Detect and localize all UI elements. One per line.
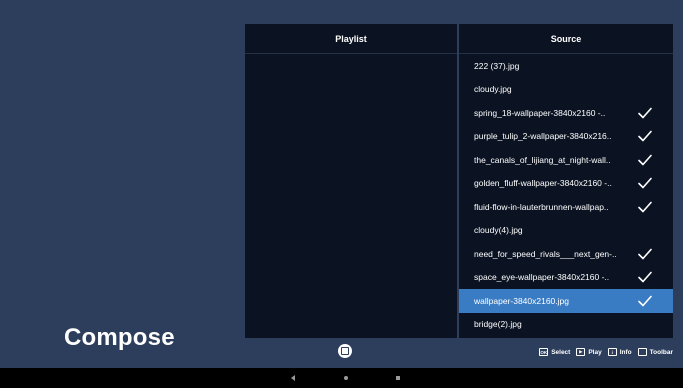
ok-key-icon: OK (539, 348, 549, 356)
source-item-name: the_canals_of_lijiang_at_night-wall.. (474, 154, 611, 165)
checkmark-icon (638, 177, 652, 189)
source-list-item[interactable]: cloudy(4).jpg (459, 219, 673, 243)
source-list-item[interactable]: the_canals_of_lijiang_at_night-wall.. (459, 148, 673, 172)
source-list-item[interactable]: 222 (37).jpg (459, 54, 673, 78)
checkmark-icon (638, 130, 652, 142)
key-hint-label: Play (588, 348, 602, 356)
source-list-item[interactable]: need_for_speed_rivals___next_gen-.. (459, 242, 673, 266)
source-list-item[interactable]: cloudy.jpg (459, 78, 673, 102)
checkmark-icon (638, 271, 652, 283)
home-button[interactable] (341, 373, 351, 383)
key-hint-label: Select (551, 348, 571, 356)
source-panel[interactable]: Source 222 (37).jpg cloudy.jpg spring_18-w… (459, 24, 673, 338)
source-item-name: wallpaper-3840x2160.jpg (474, 295, 569, 306)
checkmark-icon (638, 248, 652, 260)
back-button[interactable] (288, 373, 298, 383)
compose-app: Compose Playlist Source 222 (37).jpg clou… (6, 7, 678, 368)
recent-apps-icon (396, 376, 400, 380)
source-list-item[interactable]: wallpaper-3840x2160.jpg (459, 289, 673, 313)
source-list-item[interactable]: purple_tulip_2-wallpaper-3840x216.. (459, 125, 673, 149)
source-list[interactable]: 222 (37).jpg cloudy.jpg spring_18-wallpape… (459, 54, 673, 336)
source-item-name: spring_18-wallpaper-3840x2160 -.. (474, 107, 606, 118)
source-list-item[interactable]: spring_18-wallpaper-3840x2160 -.. (459, 101, 673, 125)
key-hint-label: Info (619, 348, 632, 356)
checkmark-icon (638, 295, 652, 307)
source-item-name: cloudy.jpg (474, 84, 512, 95)
screen: Compose Playlist Source 222 (37).jpg clou… (0, 0, 683, 388)
key-hint: OK Select (539, 348, 570, 356)
source-item-name: golden_fluff-wallpaper-3840x2160 -.. (474, 178, 612, 189)
source-item-name: fluid-flow-in-lauterbrunnen-wallpap.. (474, 201, 609, 212)
playlist-panel[interactable]: Playlist (245, 24, 457, 338)
play-key-icon: ▶ (576, 348, 586, 356)
recent-apps-button[interactable] (393, 373, 403, 383)
key-hint: Toolbar (637, 348, 673, 356)
checkmark-icon (638, 154, 652, 166)
source-item-name: bridge(2).jpg (474, 319, 522, 330)
source-list-item[interactable]: fluid-flow-in-lauterbrunnen-wallpap.. (459, 195, 673, 219)
key-hint: ▶ Play (576, 348, 602, 356)
source-item-name: 222 (37).jpg (474, 60, 520, 71)
playlist-toggle-button[interactable] (338, 344, 352, 358)
key-hint: i Info (607, 348, 632, 356)
source-item-name: space_eye-wallpaper-3840x2160 -.. (474, 272, 610, 283)
square-icon (341, 347, 349, 355)
bottom-bar: OK Select ▶ Play i Info Toolbar (6, 338, 678, 368)
system-navigation-bar (0, 368, 683, 388)
checkmark-icon (638, 201, 652, 213)
source-list-item[interactable]: bridge(2).jpg (459, 313, 673, 337)
key-hint-label: Toolbar (649, 348, 673, 356)
toolbar-key-icon (637, 348, 647, 356)
source-header: Source (459, 24, 673, 54)
source-list-item[interactable]: golden_fluff-wallpaper-3840x2160 -.. (459, 172, 673, 196)
back-icon (291, 375, 295, 381)
source-list-item[interactable]: space_eye-wallpaper-3840x2160 -.. (459, 266, 673, 290)
key-hints: OK Select ▶ Play i Info Toolbar (533, 348, 673, 356)
playlist-header: Playlist (245, 24, 457, 54)
source-item-name: need_for_speed_rivals___next_gen-.. (474, 248, 617, 259)
checkmark-icon (638, 107, 652, 119)
source-item-name: purple_tulip_2-wallpaper-3840x216.. (474, 131, 612, 142)
source-item-name: cloudy(4).jpg (474, 225, 523, 236)
info-key-icon: i (607, 348, 617, 356)
home-icon (344, 376, 348, 380)
